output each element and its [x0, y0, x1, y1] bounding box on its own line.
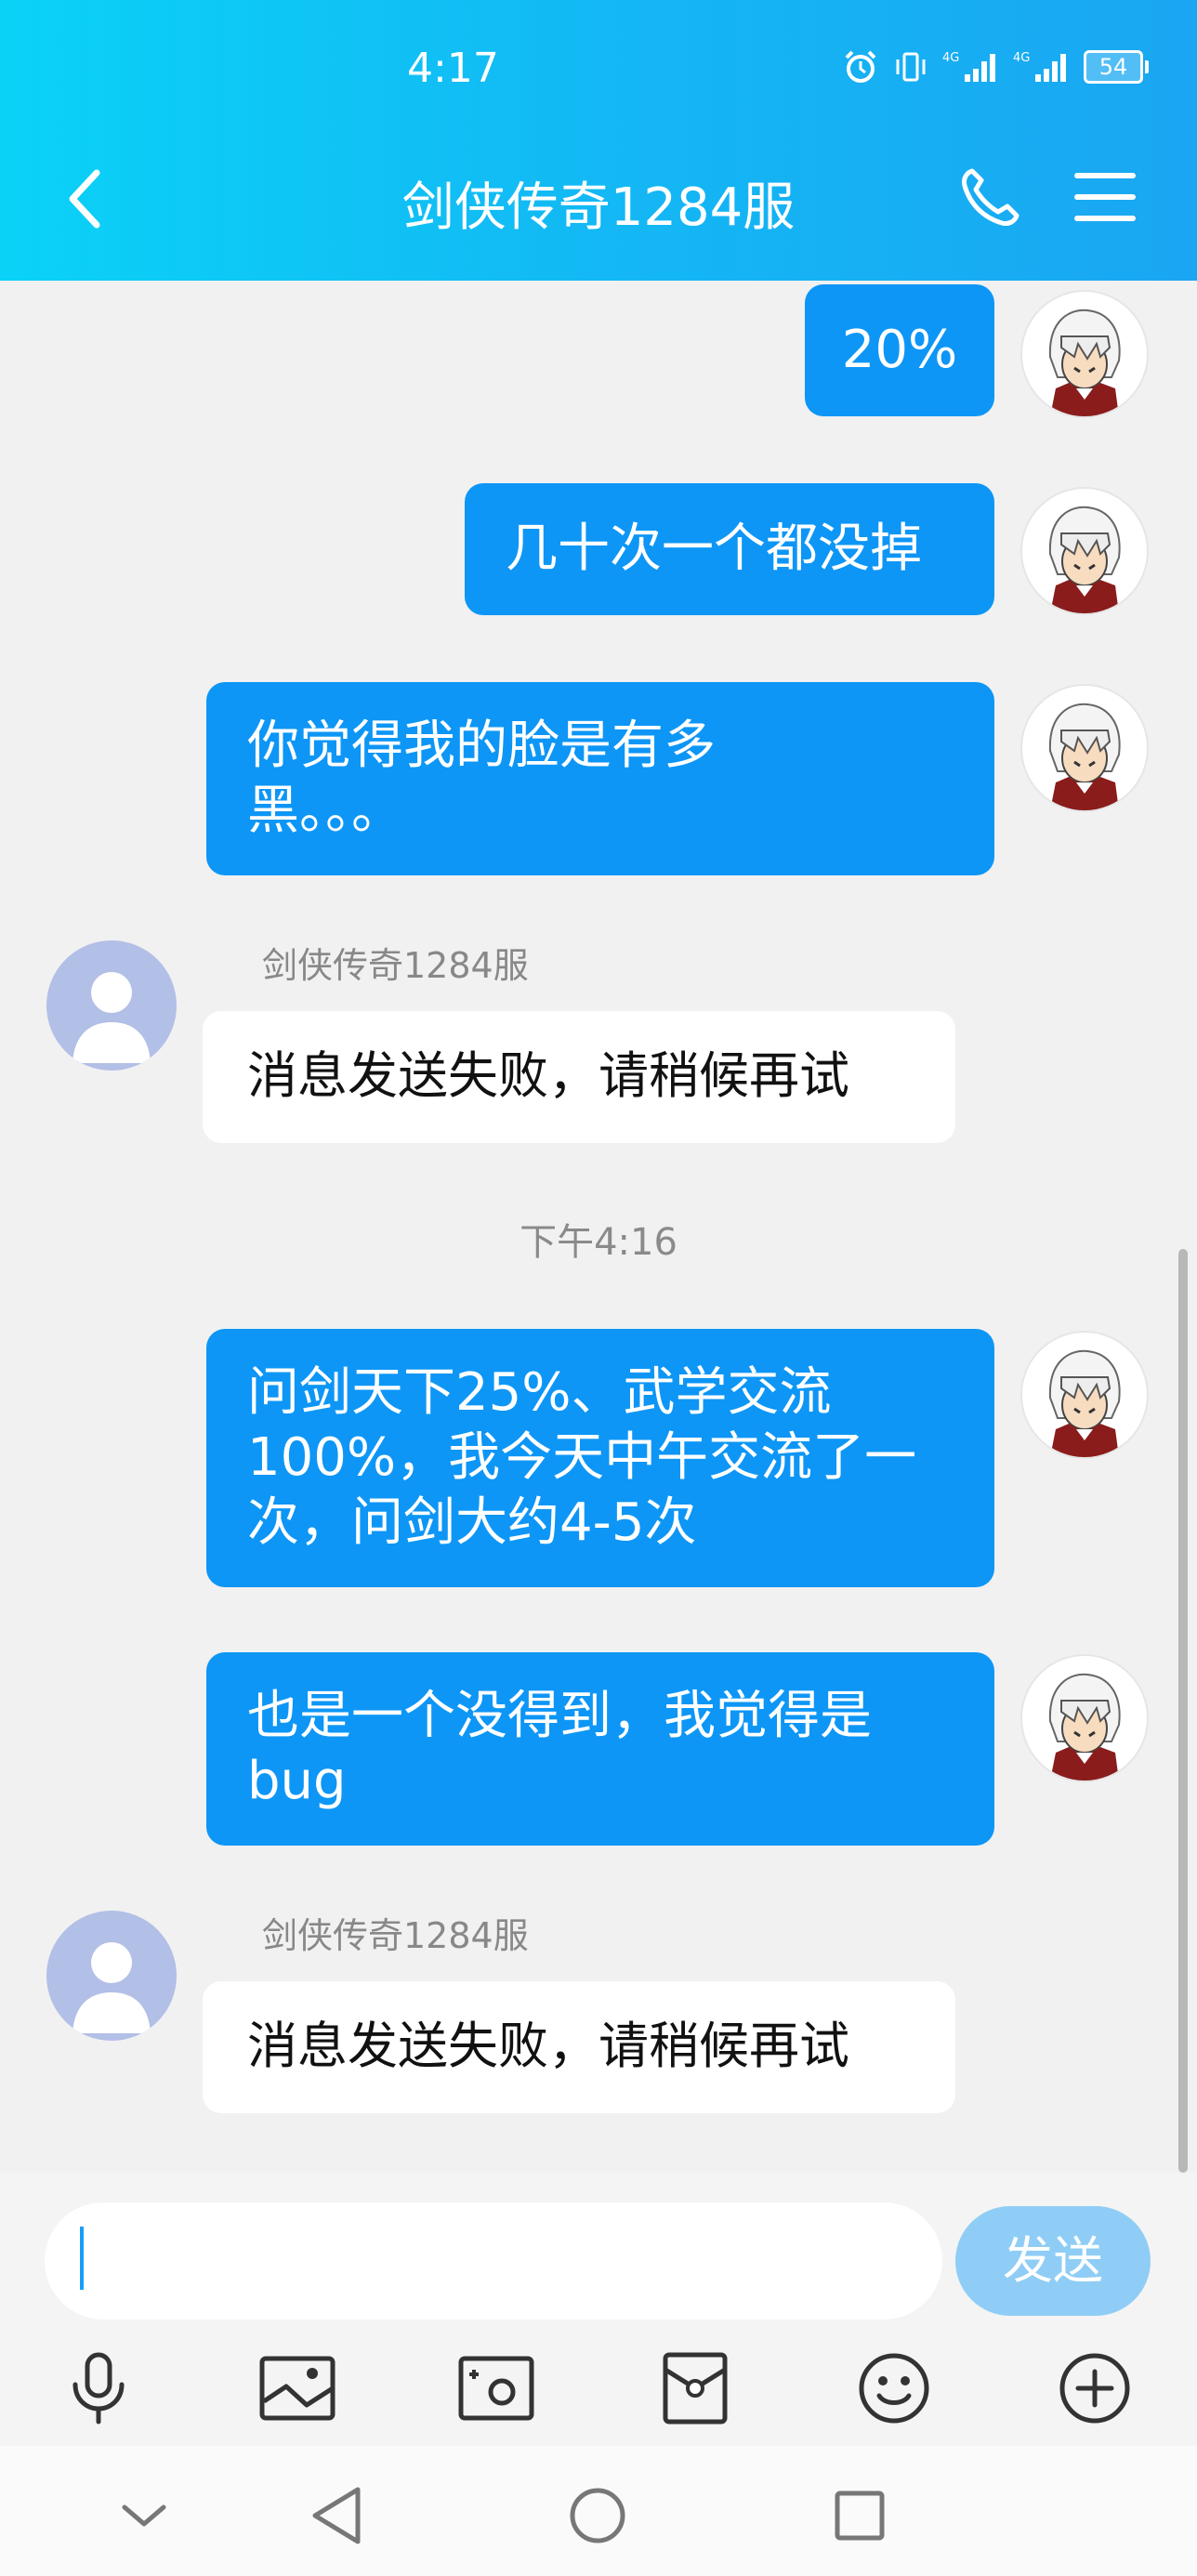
message-bubble-outgoing[interactable]: 几十次一个都没掉 — [465, 483, 994, 615]
message-text-line: bug — [247, 1751, 347, 1811]
menu-icon[interactable] — [1072, 171, 1138, 223]
message-text: 20% — [841, 320, 958, 380]
input-bar: 发送 — [0, 2173, 1197, 2446]
anime-avatar-icon — [1048, 1673, 1121, 1781]
svg-text:4G: 4G — [942, 51, 959, 65]
message-text-line: 问剑天下25%、武学交流 — [247, 1362, 832, 1423]
status-time: 4:17 — [407, 45, 499, 92]
sender-name: 剑侠传奇1284服 — [262, 945, 529, 986]
send-button[interactable]: 发送 — [955, 2206, 1151, 2316]
message-text: 几十次一个都没掉 — [506, 519, 922, 579]
message-bubble-outgoing[interactable]: 你觉得我的脸是有多 黑。。。 — [206, 682, 994, 875]
anime-avatar-icon — [1048, 1349, 1121, 1457]
message-bubble-outgoing[interactable]: 也是一个没得到，我觉得是 bug — [206, 1652, 994, 1846]
anime-avatar-icon — [1048, 703, 1121, 810]
message-text-line: 你觉得我的脸是有多 — [247, 716, 716, 776]
person-icon — [72, 1942, 151, 2033]
avatar-self[interactable] — [1020, 290, 1149, 418]
person-icon — [72, 972, 151, 1063]
message-list[interactable]: 20% 几十次一个都没掉 你觉得我的脸是有多 黑。。。 剑侠传奇1284服 消息… — [0, 281, 1197, 2173]
nav-back-icon[interactable] — [305, 2483, 370, 2548]
image-icon[interactable] — [251, 2342, 344, 2435]
timestamp: 下午4:16 — [520, 1221, 677, 1264]
vibrate-icon — [896, 52, 926, 82]
chat-header: 4:17 4G 4G 54 剑侠传奇1284服 — [0, 0, 1197, 281]
avatar-self[interactable] — [1020, 1331, 1149, 1459]
avatar-contact[interactable] — [46, 940, 177, 1071]
emoji-icon[interactable] — [848, 2342, 940, 2435]
message-bubble-outgoing[interactable]: 问剑天下25%、武学交流 100%，我今天中午交流了一 次，问剑大约4-5次 — [206, 1329, 994, 1587]
message-text: 消息发送失败，请稍候再试 — [247, 1046, 849, 1105]
avatar-self[interactable] — [1020, 1654, 1149, 1782]
status-icons: 4G 4G 54 — [842, 48, 1149, 85]
input-toolbar — [0, 2342, 1197, 2435]
scrollbar[interactable] — [1178, 1249, 1188, 2173]
signal-4g-icon-2: 4G — [1013, 51, 1066, 82]
microphone-icon[interactable] — [52, 2342, 145, 2435]
message-text-line: 100%，我今天中午交流了一 — [247, 1427, 917, 1488]
signal-4g-icon: 4G — [942, 51, 995, 82]
svg-text:4G: 4G — [1013, 51, 1030, 65]
message-text-line: 黑。。。 — [247, 781, 403, 841]
avatar-self[interactable] — [1020, 487, 1149, 615]
message-input[interactable] — [45, 2202, 942, 2320]
red-packet-icon[interactable] — [649, 2342, 742, 2435]
text-cursor — [80, 2227, 84, 2290]
message-text: 消息发送失败，请稍候再试 — [247, 2017, 849, 2075]
message-text-line: 次，问剑大约4-5次 — [247, 1492, 697, 1553]
nav-home-icon[interactable] — [565, 2483, 630, 2548]
battery-icon: 54 — [1084, 50, 1149, 84]
nav-recents-icon[interactable] — [827, 2483, 892, 2548]
anime-avatar-icon — [1048, 506, 1121, 613]
anime-avatar-icon — [1048, 309, 1121, 416]
message-bubble-incoming[interactable]: 消息发送失败，请稍候再试 — [203, 1011, 955, 1143]
alarm-icon — [845, 50, 876, 83]
message-bubble-incoming[interactable]: 消息发送失败，请稍候再试 — [203, 1981, 955, 2113]
nav-collapse-chevron-icon[interactable] — [112, 2483, 177, 2548]
avatar-self[interactable] — [1020, 684, 1149, 812]
phone-icon[interactable] — [957, 165, 1022, 230]
message-text-line: 也是一个没得到，我觉得是 — [247, 1686, 872, 1746]
avatar-contact[interactable] — [46, 1911, 177, 2041]
sender-name: 剑侠传奇1284服 — [262, 1915, 529, 1956]
camera-icon[interactable] — [450, 2342, 543, 2435]
message-bubble-outgoing[interactable]: 20% — [805, 284, 994, 416]
plus-icon[interactable] — [1048, 2342, 1141, 2435]
system-nav-bar — [0, 2446, 1197, 2576]
